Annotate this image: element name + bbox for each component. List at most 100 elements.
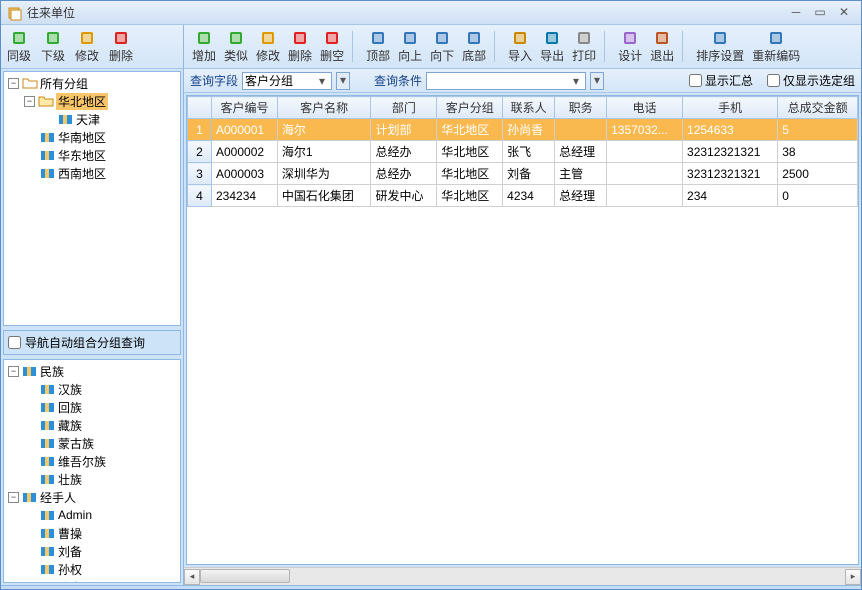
cell[interactable]: A000002 (212, 141, 278, 163)
column-header[interactable]: 总成交金额 (778, 97, 858, 119)
tree-node[interactable]: 华南地区 (6, 128, 178, 146)
cell[interactable]: 32312321321 (683, 141, 778, 163)
tree-group[interactable]: −民族 (6, 362, 178, 380)
tree-node[interactable]: 曹操 (6, 524, 178, 542)
table-row[interactable]: 2A000002海尔1总经办华北地区张飞总经理3231232132138 (188, 141, 858, 163)
cell[interactable]: 总经理 (555, 185, 607, 207)
scroll-right-button[interactable]: ▸ (845, 569, 861, 585)
export-button[interactable]: 导出 (536, 27, 568, 66)
query-field-combo[interactable]: 客户分组 ▾ (242, 72, 332, 90)
cell[interactable]: 研发中心 (371, 185, 437, 207)
modify-button[interactable]: 修改 (252, 27, 284, 66)
tree-node[interactable]: 孙尚香 (6, 578, 178, 583)
tree-group[interactable]: −经手人 (6, 488, 178, 506)
add-button[interactable]: 增加 (188, 27, 220, 66)
cell[interactable]: 海尔 (277, 119, 371, 141)
collapse-icon[interactable]: − (8, 492, 19, 503)
grid[interactable]: 客户编号客户名称部门客户分组联系人职务电话手机总成交金额 1A000001海尔计… (186, 95, 859, 565)
cell[interactable]: 华北地区 (437, 141, 503, 163)
edit-button[interactable]: 修改 (71, 27, 103, 66)
down-button[interactable]: 向下 (426, 27, 458, 66)
only-selected-check[interactable]: 仅显示选定组 (767, 72, 855, 89)
tree-node[interactable]: Admin (6, 506, 178, 524)
scroll-thumb[interactable] (200, 569, 290, 583)
similar-button[interactable]: 类似 (220, 27, 252, 66)
close-button[interactable]: ✕ (833, 5, 855, 21)
table-row[interactable]: 3A000003深圳华为总经办华北地区刘备主管323123213212500 (188, 163, 858, 185)
up-button[interactable]: 向上 (394, 27, 426, 66)
tree-root-all[interactable]: − 所有分组 (6, 74, 178, 92)
collapse-icon[interactable]: − (24, 96, 35, 107)
column-header[interactable]: 客户编号 (212, 97, 278, 119)
column-header[interactable]: 联系人 (503, 97, 555, 119)
nav-tree[interactable]: −民族汉族回族藏族蒙古族维吾尔族壮族−经手人Admin曹操刘备孙权孙尚香 (4, 360, 180, 583)
clear-button[interactable]: 删空 (316, 27, 348, 66)
scroll-left-button[interactable]: ◂ (184, 569, 200, 585)
cell[interactable]: 0 (778, 185, 858, 207)
tree-node[interactable]: 天津 (6, 110, 178, 128)
collapse-icon[interactable]: − (8, 366, 19, 377)
cell[interactable]: 5 (778, 119, 858, 141)
cell[interactable]: 32312321321 (683, 163, 778, 185)
cell[interactable] (607, 141, 683, 163)
tree-node[interactable]: 汉族 (6, 380, 178, 398)
horizontal-scrollbar[interactable]: ◂ ▸ (184, 567, 861, 585)
tree-node[interactable]: 回族 (6, 398, 178, 416)
cell[interactable]: 主管 (555, 163, 607, 185)
cell[interactable]: 张飞 (503, 141, 555, 163)
cell[interactable]: 2500 (778, 163, 858, 185)
nav-auto-group-checkbox[interactable] (8, 336, 21, 349)
cell[interactable]: 计划部 (371, 119, 437, 141)
column-header[interactable]: 电话 (607, 97, 683, 119)
cell[interactable]: 总经办 (371, 163, 437, 185)
cell[interactable]: 总经理 (555, 141, 607, 163)
tree-node[interactable]: 刘备 (6, 542, 178, 560)
table-row[interactable]: 1A000001海尔计划部华北地区孙尚香1357032...12546335 (188, 119, 858, 141)
cell[interactable] (607, 163, 683, 185)
tree-node[interactable]: 孙权 (6, 560, 178, 578)
query-field-dropdown[interactable]: ▾ (336, 72, 350, 90)
tree-node-selected[interactable]: − 华北地区 (6, 92, 178, 110)
cell[interactable]: 华北地区 (437, 163, 503, 185)
scroll-track[interactable] (200, 569, 845, 585)
import-button[interactable]: 导入 (504, 27, 536, 66)
cell[interactable]: 华北地区 (437, 119, 503, 141)
delete-button[interactable]: 删除 (105, 27, 137, 66)
tree-node[interactable]: 藏族 (6, 416, 178, 434)
query-cond-dropdown[interactable]: ▾ (590, 72, 604, 90)
cell[interactable]: 总经办 (371, 141, 437, 163)
sub-level-button[interactable]: 下级 (37, 27, 69, 66)
bottom-button[interactable]: 底部 (458, 27, 490, 66)
query-cond-combo[interactable]: ▾ (426, 72, 586, 90)
top-button[interactable]: 顶部 (362, 27, 394, 66)
cell[interactable]: 234 (683, 185, 778, 207)
cell[interactable]: 华北地区 (437, 185, 503, 207)
minimize-button[interactable]: ─ (785, 5, 807, 21)
design-button[interactable]: 设计 (614, 27, 646, 66)
cell[interactable]: 孙尚香 (503, 119, 555, 141)
table-row[interactable]: 4234234中国石化集团研发中心华北地区4234总经理2340 (188, 185, 858, 207)
same-level-button[interactable]: 同级 (3, 27, 35, 66)
region-tree[interactable]: − 所有分组 − 华北地区 天津华南地区华东地区西南地区 (4, 72, 180, 184)
cell[interactable]: 1254633 (683, 119, 778, 141)
cell[interactable]: 深圳华为 (277, 163, 371, 185)
recode-button[interactable]: 重新编码 (748, 27, 804, 66)
column-header[interactable]: 手机 (683, 97, 778, 119)
tree-node[interactable]: 蒙古族 (6, 434, 178, 452)
cell[interactable]: 中国石化集团 (277, 185, 371, 207)
cell[interactable]: 4234 (503, 185, 555, 207)
tree-node[interactable]: 壮族 (6, 470, 178, 488)
cell[interactable] (607, 185, 683, 207)
cell[interactable]: A000003 (212, 163, 278, 185)
collapse-icon[interactable]: − (8, 78, 19, 89)
caret-down-icon[interactable]: ▾ (315, 74, 329, 88)
cell[interactable]: 1357032... (607, 119, 683, 141)
tree-node[interactable]: 华东地区 (6, 146, 178, 164)
cell[interactable] (555, 119, 607, 141)
cell[interactable]: 海尔1 (277, 141, 371, 163)
column-header[interactable]: 客户分组 (437, 97, 503, 119)
exit-button[interactable]: 退出 (646, 27, 678, 66)
cell[interactable]: 刘备 (503, 163, 555, 185)
cell[interactable]: 234234 (212, 185, 278, 207)
remove-button[interactable]: 删除 (284, 27, 316, 66)
